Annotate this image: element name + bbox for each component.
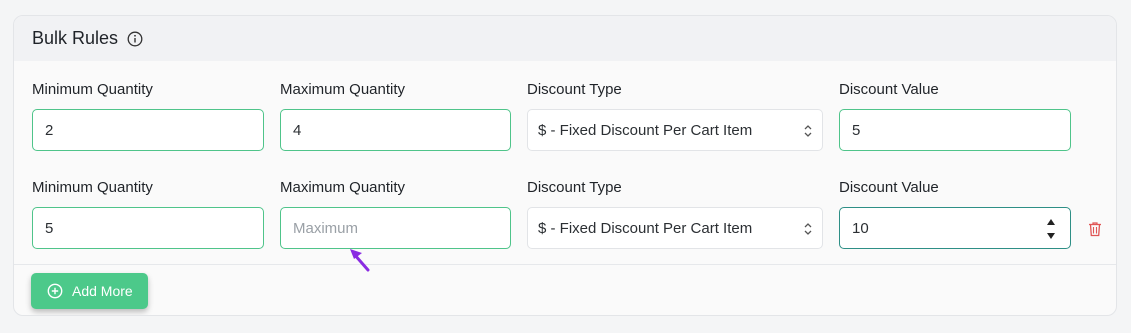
min-quantity-label: Minimum Quantity bbox=[32, 179, 153, 196]
bulk-rules-card: Bulk Rules Minimum Quantity Maximum Quan… bbox=[13, 15, 1117, 316]
select-chevron-icon bbox=[804, 125, 812, 137]
mouse-pointer-icon bbox=[350, 249, 370, 272]
add-more-button[interactable]: Add More bbox=[31, 273, 148, 309]
discount-type-value: $ - Fixed Discount Per Cart Item bbox=[538, 121, 753, 139]
discount-type-select[interactable]: $ - Fixed Discount Per Cart Item bbox=[527, 207, 823, 249]
max-quantity-input[interactable]: Maximum bbox=[280, 207, 511, 249]
divider bbox=[14, 264, 1116, 265]
min-quantity-input[interactable]: 5 bbox=[32, 207, 264, 249]
select-chevron-icon bbox=[804, 223, 812, 235]
discount-type-value: $ - Fixed Discount Per Cart Item bbox=[538, 219, 753, 237]
max-quantity-label: Maximum Quantity bbox=[280, 81, 406, 98]
discount-type-label: Discount Type bbox=[527, 179, 622, 196]
min-quantity-label: Minimum Quantity bbox=[32, 81, 153, 98]
discount-type-label: Discount Type bbox=[527, 81, 622, 98]
discount-type-select[interactable]: $ - Fixed Discount Per Cart Item bbox=[527, 109, 823, 151]
section-title: Bulk Rules bbox=[32, 28, 119, 48]
add-more-label: Add More bbox=[72, 283, 133, 299]
card-header: Bulk Rules bbox=[14, 16, 1116, 61]
discount-value-label: Discount Value bbox=[839, 81, 939, 98]
discount-value-label: Discount Value bbox=[839, 179, 939, 196]
number-spinner-icon[interactable] bbox=[1046, 215, 1056, 243]
max-quantity-label: Maximum Quantity bbox=[280, 179, 406, 196]
discount-value-text: 10 bbox=[852, 219, 869, 237]
max-quantity-input[interactable]: 4 bbox=[280, 109, 511, 151]
trash-icon[interactable] bbox=[1088, 221, 1102, 237]
plus-circle-icon bbox=[47, 283, 63, 299]
discount-value-input[interactable]: 10 bbox=[839, 207, 1071, 249]
min-quantity-input[interactable]: 2 bbox=[32, 109, 264, 151]
info-circle-icon[interactable] bbox=[127, 31, 143, 47]
discount-value-input[interactable]: 5 bbox=[839, 109, 1071, 151]
